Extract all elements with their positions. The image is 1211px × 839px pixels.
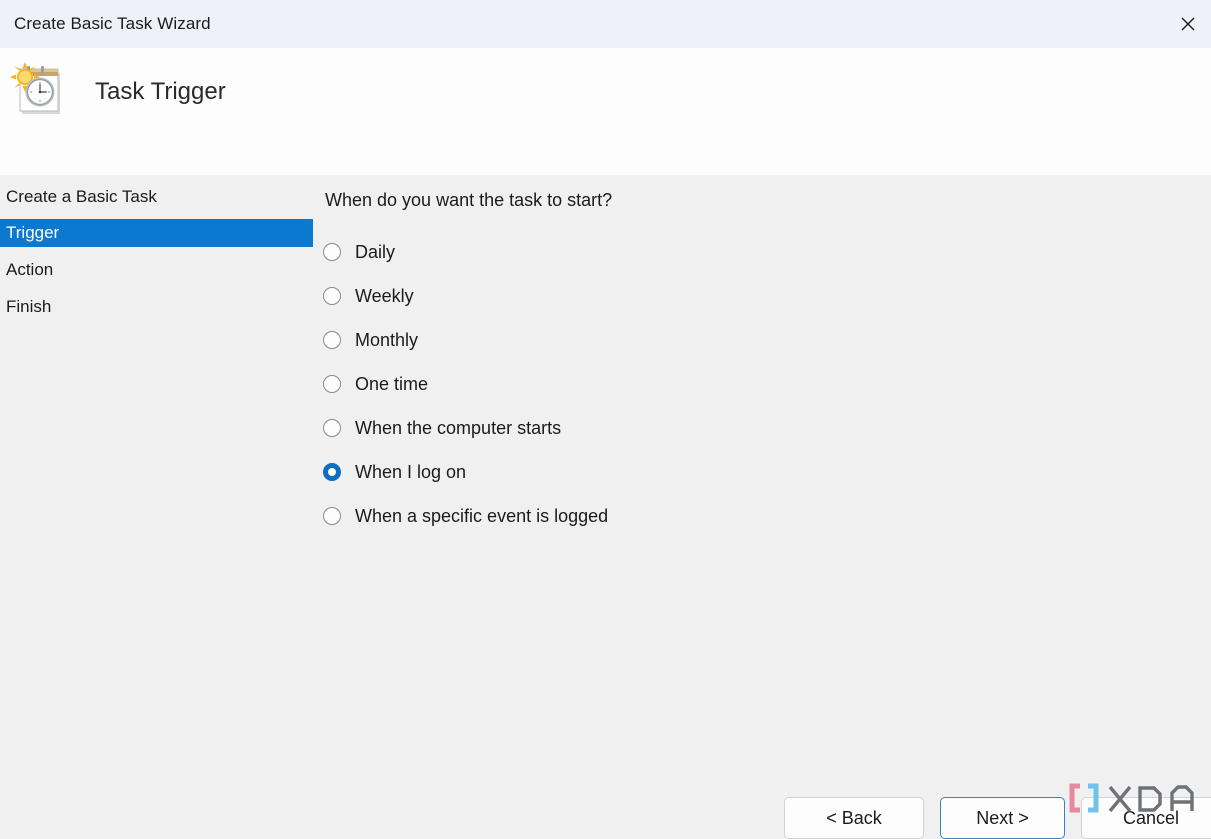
close-button[interactable] — [1165, 0, 1211, 48]
wizard-step-sidebar: Create a Basic Task Trigger Action Finis… — [0, 175, 313, 839]
radio-option-when-the-computer-starts[interactable]: When the computer starts — [322, 406, 1182, 450]
wizard-main-panel: When do you want the task to start? Dail… — [308, 175, 1211, 839]
radio-option-label: When the computer starts — [355, 417, 562, 438]
sidebar-item-label: Finish — [6, 297, 52, 316]
close-icon — [1178, 14, 1198, 34]
wizard-footer: < Back Next > Cancel — [0, 797, 1211, 839]
radio-option-when-i-log-on[interactable]: When I log on — [322, 450, 1182, 494]
sidebar-item-label: Create a Basic Task — [6, 187, 157, 206]
radio-icon — [323, 419, 341, 437]
sidebar-item-label: Trigger — [6, 223, 60, 242]
radio-option-one-time[interactable]: One time — [322, 362, 1182, 406]
radio-icon — [323, 375, 341, 393]
radio-option-label: One time — [355, 373, 429, 394]
radio-option-label: When I log on — [355, 461, 467, 482]
wizard-header: Task Trigger — [0, 48, 1211, 175]
radio-option-monthly[interactable]: Monthly — [322, 318, 1182, 362]
page-title: Task Trigger — [95, 78, 226, 105]
radio-icon-selected — [323, 463, 341, 481]
sidebar-item-action[interactable]: Action — [0, 256, 314, 284]
radio-option-label: Weekly — [355, 285, 414, 306]
task-trigger-calendar-clock-icon — [10, 60, 66, 118]
sidebar-item-create-a-basic-task[interactable]: Create a Basic Task — [0, 183, 314, 211]
sidebar-item-finish[interactable]: Finish — [0, 293, 314, 321]
radio-option-label: When a specific event is logged — [355, 505, 609, 526]
next-button[interactable]: Next > — [940, 797, 1065, 839]
radio-icon — [323, 507, 341, 525]
sidebar-item-trigger[interactable]: Trigger — [0, 219, 313, 247]
radio-option-label: Daily — [355, 241, 396, 262]
radio-icon — [323, 243, 341, 261]
radio-icon — [323, 287, 341, 305]
wizard-body: Create a Basic Task Trigger Action Finis… — [0, 175, 1211, 839]
question-label: When do you want the task to start? — [325, 190, 613, 210]
back-button[interactable]: < Back — [784, 797, 924, 839]
sidebar-item-label: Action — [6, 260, 54, 279]
window-titlebar: Create Basic Task Wizard — [0, 0, 1211, 48]
window-title: Create Basic Task Wizard — [14, 14, 211, 33]
cancel-button[interactable]: Cancel — [1081, 797, 1211, 839]
radio-option-label: Monthly — [355, 329, 419, 350]
radio-option-daily[interactable]: Daily — [322, 230, 1182, 274]
radio-option-weekly[interactable]: Weekly — [322, 274, 1182, 318]
radio-icon — [323, 331, 341, 349]
radio-option-when-a-specific-event-is-logged[interactable]: When a specific event is logged — [322, 494, 1182, 538]
trigger-options-radio-group: Daily Weekly Monthly One time When the c… — [322, 230, 1182, 538]
